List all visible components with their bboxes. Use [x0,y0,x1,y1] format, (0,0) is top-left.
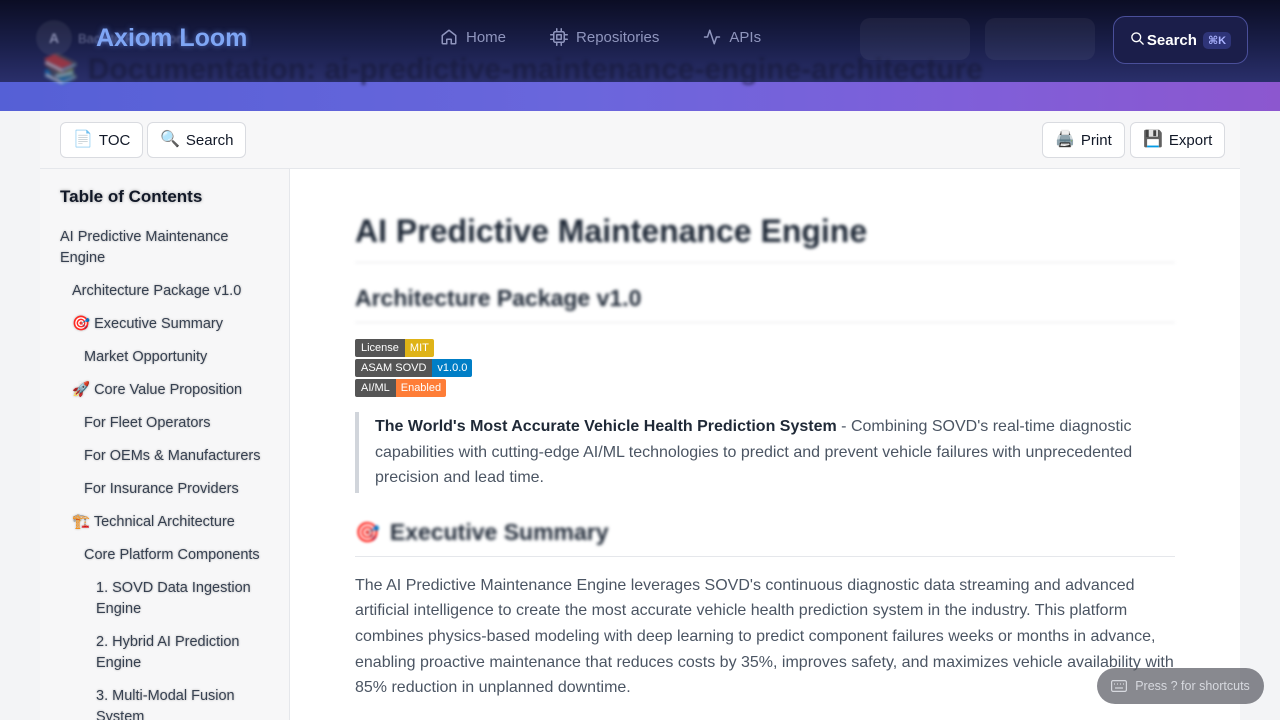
nav-ghost-button [985,18,1095,60]
toc-item[interactable]: 🚀 Core Value Proposition [60,380,269,401]
badge-value: Enabled [395,379,447,397]
section-heading-executive-summary: 🎯 Executive Summary [355,519,1175,557]
badge-value: MIT [404,339,434,357]
toc-item[interactable]: For OEMs & Manufacturers [60,446,269,467]
floppy-disk-icon: 💾 [1143,131,1163,148]
nav-item-label: Home [466,28,507,46]
print-button[interactable]: 🖨️ Print [1042,122,1125,158]
target-icon: 🎯 [355,521,380,544]
doc-search-button[interactable]: 🔍 Search [147,122,247,158]
main-nav: Home Repositories APIs [440,28,805,46]
toc-toggle-button[interactable]: 📄 TOC [60,122,144,158]
section-heading-text: Executive Summary [389,518,609,545]
doc-search-button-label: Search [185,131,234,149]
search-button-label: Search [1146,31,1197,49]
quote-emphasis: The World's Most Accurate Vehicle Health… [375,418,837,435]
toc-item[interactable]: Core Platform Components [60,545,269,566]
export-button-label: Export [1168,131,1213,149]
badge-label: License [355,339,405,357]
toc-item[interactable]: 2. Hybrid AI Prediction Engine [60,632,269,674]
toc-sidebar: Table of Contents AI Predictive Maintena… [40,169,290,720]
back-arrow-icon: A [36,20,72,56]
badge-label: ASAM SOVD [355,359,433,377]
nav-item-label: Repositories [576,28,660,46]
search-icon [1131,31,1144,45]
toc-item[interactable]: 3. Multi-Modal Fusion System [60,686,269,720]
shortcuts-hint[interactable]: Press ? for shortcuts [1097,668,1264,704]
cpu-icon [550,28,569,46]
doc-title: AI Predictive Maintenance Engine [355,213,1175,263]
shortcuts-hint-text: Press ? for shortcuts [1135,679,1250,693]
sovd-version-badge: ASAM SOVD v1.0.0 [355,359,1175,377]
license-badge: License MIT [355,339,1175,357]
ai-ml-badge: AI/ML Enabled [355,379,1175,397]
magnifier-icon: 🔍 [160,131,180,148]
document-icon: 📄 [73,131,93,148]
toc-title: Table of Contents [60,187,203,206]
toc-item[interactable]: 1. SOVD Data Ingestion Engine [60,578,269,620]
badge-value: v1.0.0 [432,359,473,377]
doc-content: AI Predictive Maintenance Engine Archite… [290,169,1240,720]
activity-icon [704,29,721,45]
export-button[interactable]: 💾 Export [1130,122,1226,158]
executive-summary-paragraph: The AI Predictive Maintenance Engine lev… [355,576,1174,697]
nav-item-repositories[interactable]: Repositories [550,28,659,46]
printer-icon: 🖨️ [1055,131,1075,148]
search-shortcut-badge: ⌘K [1202,31,1232,49]
doc-subtitle: Architecture Package v1.0 [355,285,1175,323]
doc-toolbar: 📄 TOC 🔍 Search 🖨️ Print 💾 Export [40,111,1240,169]
badge-list: License MIT ASAM SOVD v1.0.0 AI/ML Enabl… [355,339,1175,397]
toc-item[interactable]: For Insurance Providers [60,479,269,500]
toc-item[interactable]: For Fleet Operators [60,413,269,434]
nav-item-apis[interactable]: APIs [703,28,761,46]
intro-blockquote: The World's Most Accurate Vehicle Health… [355,412,1175,493]
doc-heading: 📚 Documentation: ai-predictive-maintenan… [42,53,983,86]
print-button-label: Print [1080,131,1112,149]
brand-logo[interactable]: Axiom Loom [96,24,247,53]
badge-label: AI/ML [355,379,396,397]
toc-item[interactable]: AI Predictive Maintenance Engine [60,227,269,269]
keyboard-icon [1111,680,1128,692]
toc-item[interactable]: 🎯 Executive Summary [60,314,269,335]
toc-item[interactable]: Market Opportunity [60,347,269,368]
nav-ghost-button [860,18,970,60]
toc-item[interactable]: 🏗️ Technical Architecture [60,512,269,533]
home-icon [441,29,457,45]
toc-button-label: TOC [98,131,131,149]
global-search-button[interactable]: Search ⌘K [1113,16,1248,64]
nav-item-home[interactable]: Home [440,28,506,46]
toc-item[interactable]: Architecture Package v1.0 [60,281,269,302]
nav-item-label: APIs [729,28,762,46]
